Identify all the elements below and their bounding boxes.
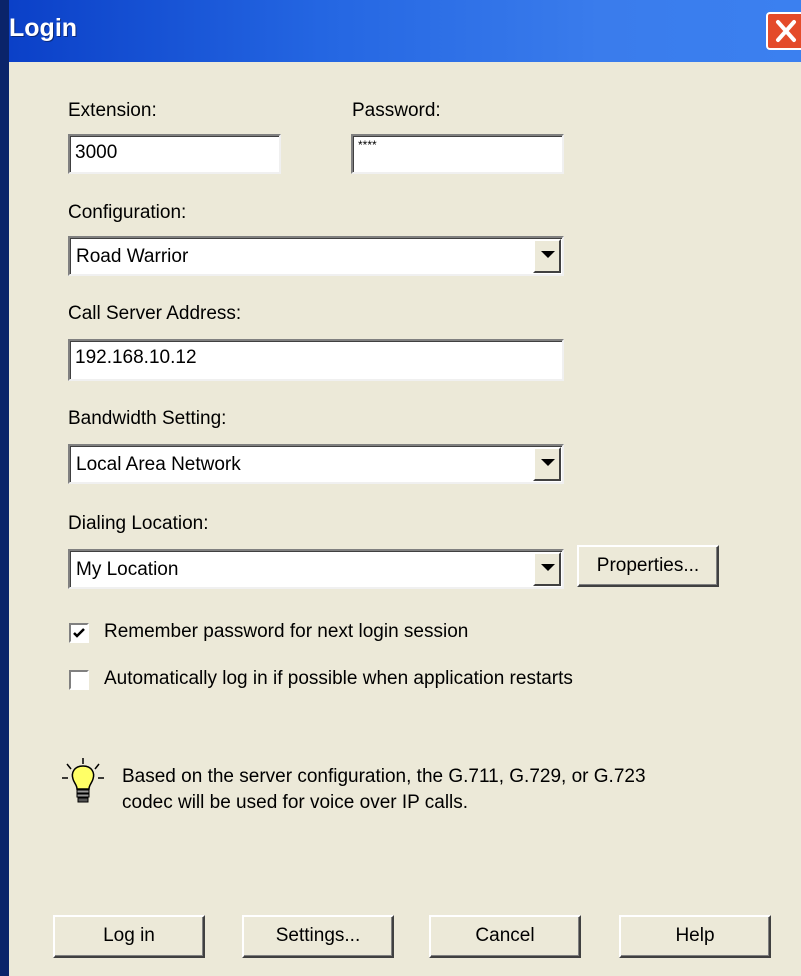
password-field[interactable]: ****: [351, 134, 564, 174]
window-title: Login: [9, 14, 78, 42]
title-bar: Login: [0, 0, 801, 62]
chevron-down-icon[interactable]: [533, 239, 561, 273]
auto-login-checkbox[interactable]: [69, 670, 89, 690]
login-dialog: Login Extension: Password: **** Configur…: [0, 0, 801, 976]
extension-input[interactable]: [75, 142, 279, 164]
codec-info-text: Based on the server configuration, the G…: [122, 764, 762, 816]
configuration-label: Configuration:: [68, 202, 187, 223]
settings-button[interactable]: Settings...: [242, 915, 394, 958]
extension-label: Extension:: [68, 100, 157, 121]
properties-button[interactable]: Properties...: [577, 545, 719, 587]
chevron-down-icon[interactable]: [533, 447, 561, 481]
checkmark-icon: [73, 628, 85, 638]
window-frame-left: [0, 0, 9, 976]
extension-field[interactable]: [68, 134, 281, 174]
codec-info-line2: codec will be used for voice over IP cal…: [122, 792, 469, 813]
lightbulb-icon: [62, 758, 104, 803]
login-button-label: Log in: [103, 925, 155, 946]
settings-button-label: Settings...: [275, 925, 361, 946]
configuration-select[interactable]: Road Warrior: [68, 236, 564, 276]
close-icon: [776, 20, 796, 42]
call-server-field[interactable]: [68, 339, 564, 381]
close-button[interactable]: [766, 12, 801, 50]
password-label: Password:: [352, 100, 441, 121]
call-server-input[interactable]: [75, 347, 562, 369]
configuration-value: Road Warrior: [76, 246, 189, 267]
cancel-button[interactable]: Cancel: [429, 915, 581, 958]
dialing-location-value: My Location: [76, 559, 179, 580]
password-input[interactable]: ****: [358, 138, 377, 152]
dialing-location-select[interactable]: My Location: [68, 549, 564, 589]
chevron-down-icon[interactable]: [533, 552, 561, 586]
remember-password-checkbox[interactable]: [69, 623, 89, 643]
call-server-label: Call Server Address:: [68, 303, 242, 324]
bandwidth-value: Local Area Network: [76, 454, 241, 475]
codec-info-line1: Based on the server configuration, the G…: [122, 766, 646, 787]
auto-login-label[interactable]: Automatically log in if possible when ap…: [104, 668, 573, 690]
help-button-label: Help: [675, 925, 715, 946]
properties-button-label: Properties...: [596, 555, 700, 576]
bandwidth-select[interactable]: Local Area Network: [68, 444, 564, 484]
dialing-location-label: Dialing Location:: [68, 513, 209, 534]
bandwidth-label: Bandwidth Setting:: [68, 408, 227, 429]
remember-password-label[interactable]: Remember password for next login session: [104, 621, 468, 643]
help-button[interactable]: Help: [619, 915, 771, 958]
login-button[interactable]: Log in: [53, 915, 205, 958]
cancel-button-label: Cancel: [475, 925, 535, 946]
